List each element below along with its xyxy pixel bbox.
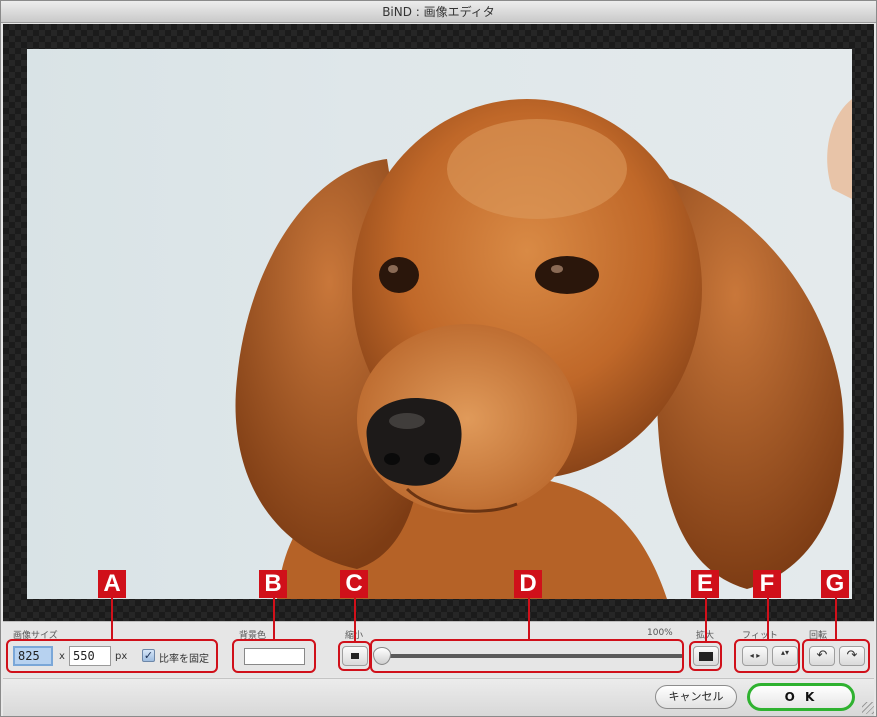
image-editor-window: BiND : 画像エディタ 画像サイズ 825 x 550 px ✓ 比率を固定… — [0, 0, 877, 717]
annotation-line-c — [354, 597, 356, 641]
title-bar: BiND : 画像エディタ — [1, 1, 876, 23]
annotation-tag-a: A — [98, 570, 126, 598]
annotation-box-b — [232, 639, 316, 673]
annotation-tag-g: G — [821, 570, 849, 598]
annotation-line-f — [767, 597, 769, 641]
cancel-button[interactable]: キャンセル — [655, 685, 737, 709]
annotation-box-f — [734, 639, 800, 673]
annotation-line-d — [528, 597, 530, 641]
resize-grip-icon[interactable] — [862, 702, 874, 714]
annotation-tag-b: B — [259, 570, 287, 598]
dog-photo[interactable] — [27, 49, 852, 599]
ok-button[interactable]: O K — [747, 683, 855, 711]
annotation-tag-f: F — [753, 570, 781, 598]
annotation-line-g — [835, 597, 837, 641]
annotation-tag-c: C — [340, 570, 368, 598]
dog-image — [235, 99, 852, 599]
bottom-bar — [3, 678, 874, 716]
annotation-tag-e: E — [691, 570, 719, 598]
annotation-line-b — [273, 597, 275, 641]
image-canvas[interactable] — [3, 24, 874, 621]
annotation-box-c — [338, 641, 371, 671]
annotation-tag-d: D — [514, 570, 542, 598]
annotation-box-d — [370, 639, 684, 673]
zoom-percent: 100% — [647, 628, 673, 638]
window-title: BiND : 画像エディタ — [382, 5, 495, 19]
annotation-line-a — [111, 597, 113, 641]
annotation-box-a — [6, 639, 218, 673]
annotation-box-e — [689, 641, 722, 671]
annotation-box-g — [802, 639, 870, 673]
annotation-line-e — [705, 597, 707, 641]
